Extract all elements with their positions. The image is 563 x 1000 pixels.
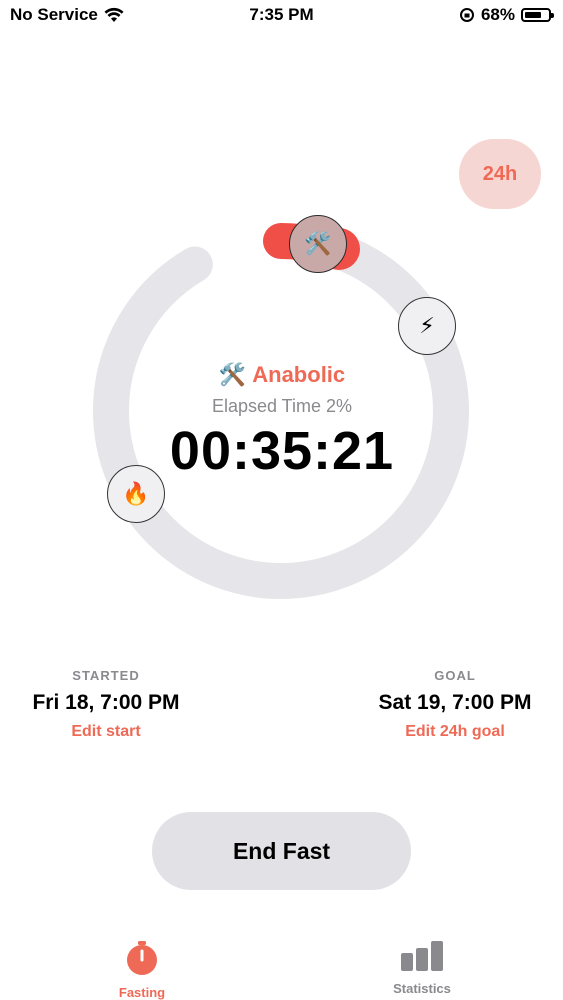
hammer-wrench-icon: 🛠️ <box>304 231 332 256</box>
tab-statistics-label: Statistics <box>393 981 451 996</box>
end-fast-button[interactable]: End Fast <box>152 812 411 890</box>
phase-badge-lightning[interactable]: ⚡ <box>398 297 456 355</box>
elapsed-label: Elapsed Time 2% <box>211 396 353 416</box>
started-value: Fri 18, 7:00 PM <box>32 691 180 714</box>
phase-title: 🛠️ Anabolic <box>112 362 452 388</box>
goal-caption: GOAL <box>434 668 476 683</box>
started-caption: STARTED <box>72 668 140 683</box>
tab-fasting[interactable]: Fasting <box>82 940 202 1000</box>
elapsed-timer: 00:35:21 <box>169 421 395 481</box>
tab-fasting-label: Fasting <box>118 985 166 1000</box>
stopwatch-icon <box>127 941 157 975</box>
started-section: STARTED Fri 18, 7:00 PM Edit start <box>0 668 236 741</box>
goal-section: GOAL Sat 19, 7:00 PM Edit 24h goal <box>325 668 563 741</box>
phase-badge-anabolic[interactable]: 🛠️ <box>289 215 347 273</box>
bar-chart-icon <box>401 941 443 971</box>
phase-name: Anabolic <box>252 362 346 387</box>
tab-statistics[interactable]: Statistics <box>362 940 482 996</box>
edit-goal-link[interactable]: Edit 24h goal <box>325 723 563 741</box>
lightning-icon: ⚡ <box>419 313 435 338</box>
edit-start-link[interactable]: Edit start <box>0 723 236 741</box>
fire-icon: 🔥 <box>122 481 150 506</box>
phase-title-icon: 🛠️ <box>218 362 247 387</box>
goal-value: Sat 19, 7:00 PM <box>378 691 532 714</box>
